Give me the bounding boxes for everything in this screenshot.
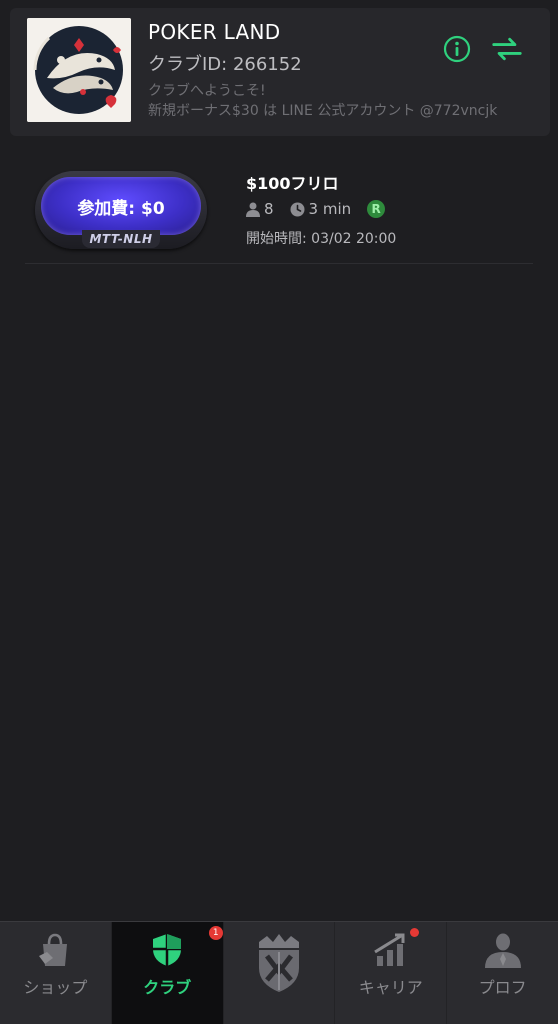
club-header: POKER LAND クラブID: 266152 クラブへようこそ! 新規ボーナ… — [10, 8, 550, 136]
person-icon — [246, 202, 260, 217]
career-chart-icon — [373, 933, 405, 966]
game-type-tag: MTT-NLH — [82, 230, 160, 248]
club-id: クラブID: 266152 — [148, 54, 302, 75]
nav-career-label: キャリア — [358, 978, 423, 997]
player-count: 8 — [246, 200, 274, 218]
duration: 3 min — [290, 200, 352, 218]
nav-profile-label: プロフ — [478, 978, 527, 997]
nav-center[interactable] — [224, 922, 336, 1024]
club-welcome: クラブへようこそ! 新規ボーナス$30 は LINE 公式アカウント @772v… — [148, 81, 543, 121]
duration-value: 3 min — [308, 200, 352, 218]
nav-shop-label: ショップ — [23, 978, 88, 997]
welcome-line-1: クラブへようこそ! — [148, 83, 266, 99]
clock-icon — [290, 202, 305, 216]
crown-emblem-icon — [258, 934, 299, 992]
info-button[interactable] — [442, 34, 472, 64]
profile-icon — [484, 933, 521, 968]
shield-icon — [153, 934, 182, 966]
entry-fee-button[interactable]: 参加費: $0 MTT-NLH — [35, 171, 207, 249]
nav-career[interactable]: キャリア — [335, 922, 448, 1024]
switch-club-button[interactable] — [492, 34, 522, 64]
nav-club[interactable]: 1 クラブ — [111, 922, 224, 1024]
info-icon — [443, 35, 471, 63]
swap-arrows-icon — [492, 37, 522, 61]
nav-career-dot — [410, 928, 420, 937]
start-time: 開始時間: 03/02 20:00 — [246, 231, 397, 247]
nav-profile[interactable]: プロフ — [447, 922, 558, 1024]
entry-fee-label: 参加費: $0 — [41, 177, 201, 235]
nav-club-label: クラブ — [143, 978, 192, 997]
tournament-meta: 8 3 min R — [246, 200, 386, 218]
nav-shop[interactable]: ショップ — [0, 922, 112, 1024]
rebuy-badge: R — [367, 200, 386, 218]
bottom-nav: ショップ 1 クラブ キャリア プロフ — [0, 921, 558, 1024]
welcome-line-2: 新規ボーナス$30 は LINE 公式アカウント @772vncjk — [148, 103, 498, 119]
tournament-name: $100フリロ — [246, 174, 339, 193]
shopping-bag-icon — [39, 933, 68, 966]
tournament-row[interactable]: 参加費: $0 MTT-NLH $100フリロ 8 3 min R 開始時間: … — [25, 158, 533, 264]
nav-club-badge: 1 — [208, 926, 223, 940]
player-count-value: 8 — [264, 200, 274, 218]
club-logo — [27, 18, 131, 122]
club-name: POKER LAND — [148, 20, 281, 44]
koi-fish-logo-icon — [27, 18, 131, 122]
